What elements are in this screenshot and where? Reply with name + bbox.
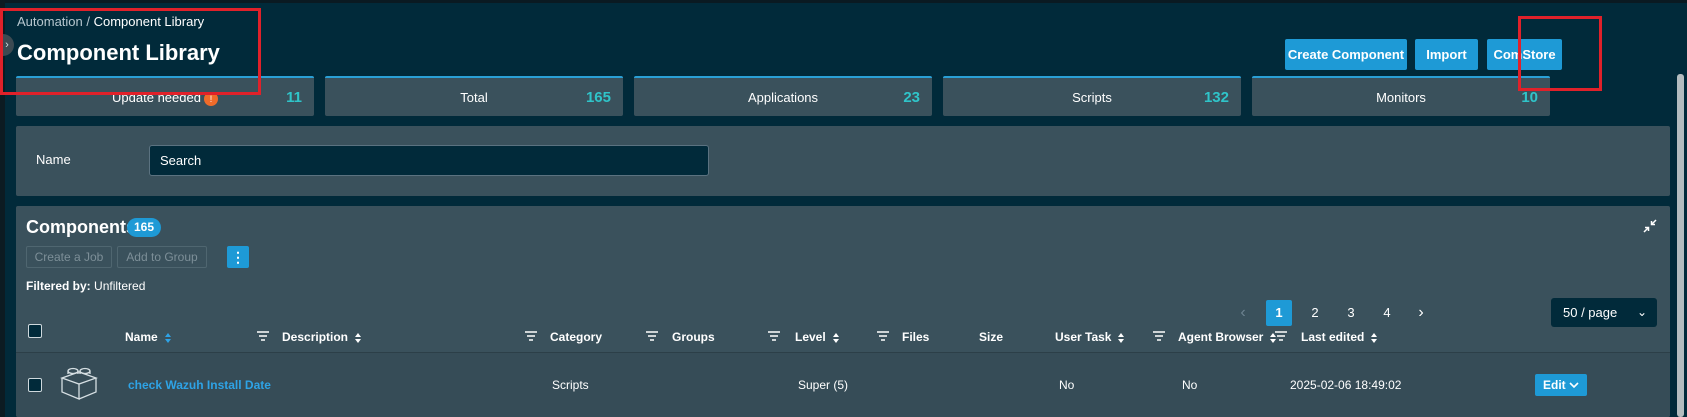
stat-value: 132 [1203, 89, 1229, 106]
pager-page-4[interactable]: 4 [1374, 300, 1400, 326]
breadcrumb-automation[interactable]: Automation [17, 14, 83, 29]
col-size-header: Size [979, 330, 1004, 344]
stat-label: Update needed! [16, 90, 314, 106]
stat-value: 11 [286, 89, 302, 106]
col-groups-header[interactable]: Groups [672, 330, 715, 344]
pager-page-1[interactable]: 1 [1266, 300, 1292, 326]
stat-value: 165 [585, 89, 611, 106]
collapse-panel-icon[interactable] [1642, 218, 1658, 234]
cell-level: Super (5) [798, 378, 849, 392]
row-checkbox[interactable] [28, 378, 42, 392]
col-description-label: Description [282, 330, 349, 344]
page-title: Component Library [17, 40, 220, 65]
filter-icon[interactable] [1153, 331, 1165, 341]
cell-user-task: No [1059, 378, 1075, 392]
add-to-group-button[interactable]: Add to Group [117, 246, 207, 268]
filter-icon[interactable] [525, 331, 537, 341]
create-component-button[interactable]: Create Component [1285, 39, 1407, 70]
page-scrollbar[interactable] [1677, 74, 1684, 417]
stat-monitors[interactable]: Monitors 10 [1252, 76, 1550, 116]
pager-next-icon[interactable]: › [1413, 300, 1429, 326]
import-button[interactable]: Import [1415, 39, 1478, 70]
warning-badge-icon: ! [203, 91, 218, 106]
col-files-header: Files [902, 330, 930, 344]
edit-label: Edit [1543, 378, 1566, 392]
more-actions-icon[interactable]: ⋮ [227, 246, 249, 268]
filter-icon[interactable] [1275, 331, 1287, 341]
col-level-header[interactable]: Level [795, 330, 840, 344]
page-size-value: 50 / page [1563, 305, 1618, 320]
create-job-button[interactable]: Create a Job [26, 246, 112, 268]
col-category-header[interactable]: Category [550, 330, 602, 344]
stat-label: Total [460, 90, 488, 105]
stat-label: Scripts [1072, 90, 1112, 105]
edit-button[interactable]: Edit [1535, 374, 1587, 396]
filter-icon[interactable] [257, 331, 269, 341]
sort-icon[interactable] [354, 332, 362, 344]
stat-scripts[interactable]: Scripts 132 [943, 76, 1241, 116]
chevron-down-icon [1569, 382, 1579, 389]
stat-update-needed[interactable]: Update needed! 11 [16, 76, 314, 116]
pager-page-3[interactable]: 3 [1338, 300, 1364, 326]
sort-icon[interactable] [1117, 332, 1125, 344]
top-edge [0, 0, 1687, 3]
select-all-checkbox[interactable] [28, 324, 42, 338]
sort-icon[interactable] [1370, 332, 1378, 344]
col-last-edited-header[interactable]: Last edited [1301, 330, 1378, 344]
filter-icon[interactable] [768, 331, 780, 341]
left-nav-edge [0, 0, 5, 417]
breadcrumb: Automation / Component Library [17, 14, 204, 29]
stat-update-needed-label: Update needed [112, 90, 201, 105]
col-description-header[interactable]: Description [282, 330, 362, 344]
col-level-label: Level [795, 330, 826, 344]
breadcrumb-separator: / [82, 14, 94, 29]
cell-agent-browser: No [1182, 378, 1198, 392]
col-agent-browser-header[interactable]: Agent Browser [1178, 330, 1277, 344]
sidebar-collapse-icon[interactable]: › [0, 34, 14, 56]
stat-label: Applications [747, 90, 819, 105]
stat-total[interactable]: Total 165 [325, 76, 623, 116]
pager-prev-icon[interactable]: ‹ [1235, 300, 1251, 326]
stat-applications[interactable]: Applications 23 [634, 76, 932, 116]
stat-value: 10 [1521, 89, 1538, 106]
filtered-by-value: Unfiltered [94, 279, 146, 293]
cell-category: Scripts [552, 378, 589, 392]
filter-icon[interactable] [646, 331, 658, 341]
component-name-link[interactable]: check Wazuh Install Date [128, 378, 271, 392]
page-size-select[interactable]: 50 / page ⌄ [1551, 298, 1657, 327]
comstore-button[interactable]: ComStore [1487, 39, 1562, 70]
cell-last-edited: 2025-02-06 18:49:02 [1290, 378, 1402, 392]
col-user-task-header[interactable]: User Task [1055, 330, 1125, 344]
stat-value: 23 [903, 89, 920, 106]
component-brick-icon [60, 367, 98, 400]
components-panel: Components 165 Create a Job Add to Group… [16, 206, 1670, 417]
col-name-label: Name [125, 330, 158, 344]
filter-panel: Name [16, 126, 1670, 196]
col-name-header[interactable]: Name [125, 330, 172, 344]
col-last-edited-label: Last edited [1301, 330, 1365, 344]
stat-label: Monitors [1376, 90, 1426, 105]
filter-icon[interactable] [877, 331, 889, 341]
sort-icon[interactable] [164, 332, 172, 344]
breadcrumb-current: Component Library [93, 14, 205, 29]
name-filter-label: Name [36, 152, 71, 167]
filtered-by: Filtered by: Unfiltered [26, 279, 145, 293]
pager-page-2[interactable]: 2 [1302, 300, 1328, 326]
filtered-by-label: Filtered by: [26, 279, 91, 293]
col-user-task-label: User Task [1055, 330, 1112, 344]
col-agent-browser-label: Agent Browser [1178, 330, 1264, 344]
chevron-down-icon: ⌄ [1636, 305, 1647, 319]
search-input[interactable] [149, 145, 709, 176]
sort-icon[interactable] [832, 332, 840, 344]
components-title: Components [26, 217, 136, 237]
components-count-badge: 165 [127, 218, 161, 237]
